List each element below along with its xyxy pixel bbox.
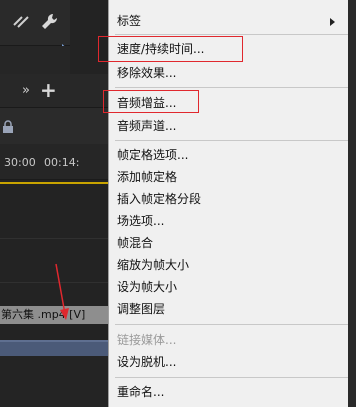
menu-item-text: 设为脱机... (117, 355, 177, 369)
menu-item-text: 帧混合 (117, 236, 154, 250)
menu-item-text: 设为帧大小 (117, 280, 178, 294)
audio-clip[interactable] (0, 340, 108, 356)
menu-item-set-to-frame-size[interactable]: 设为帧大小 (109, 276, 356, 298)
add-icon[interactable]: + (40, 80, 57, 100)
menu-item-field-options[interactable]: 场选项... (109, 210, 356, 232)
menu-item-remove-effects[interactable]: 移除效果... (109, 62, 356, 84)
menu-separator (115, 87, 349, 88)
timeline-panel: » + 30:00 00:14: 第六集 .mp4 [V] (0, 0, 108, 407)
menu-item-text: 缩放为帧大小 (117, 258, 190, 272)
sequence-header (0, 108, 108, 144)
context-menu: 标签 速度/持续时间... 移除效果... 音频增益... 音频声道... 帧定… (98, 0, 356, 407)
menu-separator (115, 34, 349, 35)
lock-icon[interactable] (2, 120, 14, 134)
menu-item-text: 场选项... (117, 214, 165, 228)
annotation-box (98, 36, 243, 62)
annotation-box (103, 90, 199, 113)
menu-item-text: 帧定格选项... (117, 148, 189, 162)
menu-item-rename[interactable]: 重命名... (109, 381, 356, 403)
menu-item-text: 音频声道... (117, 119, 177, 133)
annotation-arrow (55, 263, 69, 320)
panel-subheader (0, 46, 70, 74)
ruler-timecode: 00:14: (44, 156, 80, 169)
double-chevron-icon[interactable]: » (22, 84, 30, 97)
menu-separator (115, 140, 349, 141)
track-divider (0, 238, 108, 239)
menu-item-add-frame-hold[interactable]: 添加帧定格 (109, 166, 356, 188)
menu-item-text: 插入帧定格分段 (117, 192, 202, 206)
menu-item-text: 移除效果... (117, 66, 177, 80)
ruler-timecode: 30:00 (4, 156, 36, 169)
menu-item-label[interactable]: 标签 (109, 10, 356, 32)
work-area-bar[interactable] (0, 182, 108, 184)
menu-item-audio-channels[interactable]: 音频声道... (109, 115, 356, 137)
right-panel-edge (348, 0, 356, 407)
menu-item-text: 链接媒体... (117, 333, 177, 347)
submenu-arrow-icon (330, 18, 335, 26)
menu-item-adjustment-layer[interactable]: 调整图层 (109, 298, 356, 320)
menu-item-scale-to-frame-size[interactable]: 缩放为帧大小 (109, 254, 356, 276)
menu-item-frame-hold-options[interactable]: 帧定格选项... (109, 144, 356, 166)
menu-item-text: 添加帧定格 (117, 170, 178, 184)
menu-separator (115, 377, 349, 378)
menu-item-text: 重命名... (117, 385, 165, 399)
wrench-icon[interactable] (40, 12, 60, 32)
menu-item-insert-frame-hold-segment[interactable]: 插入帧定格分段 (109, 188, 356, 210)
menu-item-text: 调整图层 (117, 302, 166, 316)
menu-item-link-media: 链接媒体... (109, 329, 356, 351)
menu-separator (115, 324, 349, 325)
link-icon[interactable] (12, 15, 30, 29)
menu-item-frame-blend[interactable]: 帧混合 (109, 232, 356, 254)
audio-track[interactable] (0, 356, 108, 407)
menu-item-make-offline[interactable]: 设为脱机... (109, 351, 356, 373)
menu-item-text: 标签 (117, 14, 142, 28)
